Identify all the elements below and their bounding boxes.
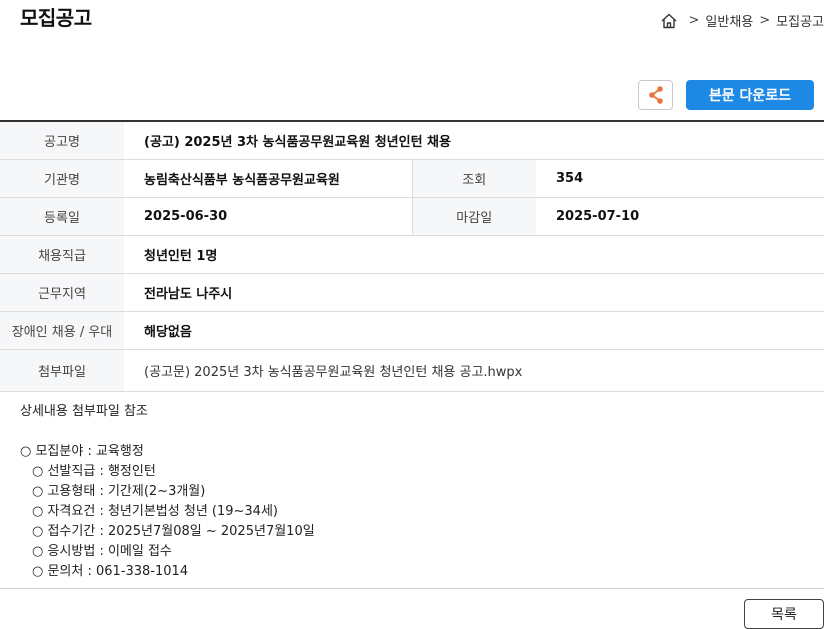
detail-list: ○ 모집분야 : 교육행정 ○ 선발직급 : 행정인턴 ○ 고용형태 : 기간제…	[20, 442, 810, 582]
views-value: 354	[536, 159, 824, 198]
home-icon[interactable]	[660, 12, 678, 30]
job-info-table: 공고명 (공고) 2025년 3차 농식품공무원교육원 청년인턴 채용 기관명 …	[0, 120, 824, 392]
disability-label: 장애인 채용 / 우대	[0, 311, 124, 350]
share-icon	[648, 86, 663, 104]
page-title: 모집공고	[20, 6, 92, 30]
position-value: 청년인턴 1명	[124, 235, 824, 274]
attachment-label: 첨부파일	[0, 349, 124, 392]
share-button[interactable]	[638, 80, 673, 110]
reg-date-label: 등록일	[0, 197, 124, 236]
reg-date-value: 2025-06-30	[124, 197, 412, 236]
detail-line-grade: ○ 선발직급 : 행정인턴	[32, 464, 156, 479]
title-value: (공고) 2025년 3차 농식품공무원교육원 청년인턴 채용	[124, 121, 824, 160]
detail-line-contact: ○ 문의처 : 061-338-1014	[32, 564, 189, 579]
table-row: 기관명 농림축산식품부 농식품공무원교육원 조회 354	[0, 159, 824, 198]
breadcrumb-separator: >	[759, 13, 771, 28]
detail-line-application-method: ○ 응시방법 : 이메일 접수	[32, 544, 172, 559]
detail-line-application-period: ○ 접수기간 : 2025년7월08일 ~ 2025년7월10일	[32, 524, 315, 539]
org-value: 농림축산식품부 농식품공무원교육원	[124, 159, 412, 198]
table-row: 등록일 2025-06-30 마감일 2025-07-10	[0, 197, 824, 236]
table-row: 첨부파일 (공고문) 2025년 3차 농식품공무원교육원 청년인턴 채용 공고…	[0, 349, 824, 392]
table-row: 근무지역 전라남도 나주시	[0, 273, 824, 312]
views-label: 조회	[411, 159, 536, 198]
deadline-label: 마감일	[411, 197, 536, 236]
download-body-button[interactable]: 본문 다운로드	[686, 80, 814, 110]
detail-line-field: ○ 모집분야 : 교육행정	[20, 444, 144, 459]
table-row: 채용직급 청년인턴 1명	[0, 235, 824, 274]
table-row: 장애인 채용 / 우대 해당없음	[0, 311, 824, 350]
deadline-value: 2025-07-10	[536, 197, 824, 236]
location-label: 근무지역	[0, 273, 124, 312]
title-label: 공고명	[0, 121, 124, 160]
breadcrumb: > 일반채용 > 모집공고	[660, 11, 824, 30]
location-value: 전라남도 나주시	[124, 273, 824, 312]
divider	[0, 588, 824, 589]
detail-line-employment-type: ○ 고용형태 : 기간제(2~3개월)	[32, 484, 206, 499]
list-button[interactable]: 목록	[744, 599, 824, 629]
disability-value: 해당없음	[124, 311, 824, 350]
attachment-link[interactable]: (공고문) 2025년 3차 농식품공무원교육원 청년인턴 채용 공고.hwpx	[124, 349, 824, 392]
table-row: 공고명 (공고) 2025년 3차 농식품공무원교육원 청년인턴 채용	[0, 121, 824, 160]
breadcrumb-link-general-hiring[interactable]: 일반채용	[705, 11, 753, 30]
detail-content: 상세내용 첨부파일 참조 ○ 모집분야 : 교육행정 ○ 선발직급 : 행정인턴…	[20, 402, 810, 582]
breadcrumb-separator: >	[688, 13, 700, 28]
org-label: 기관명	[0, 159, 124, 198]
breadcrumb-link-recruitment[interactable]: 모집공고	[776, 11, 824, 30]
position-label: 채용직급	[0, 235, 124, 274]
detail-line-requirements: ○ 자격요건 : 청년기본법성 청년 (19~34세)	[32, 504, 278, 519]
detail-intro: 상세내용 첨부파일 참조	[20, 404, 148, 419]
